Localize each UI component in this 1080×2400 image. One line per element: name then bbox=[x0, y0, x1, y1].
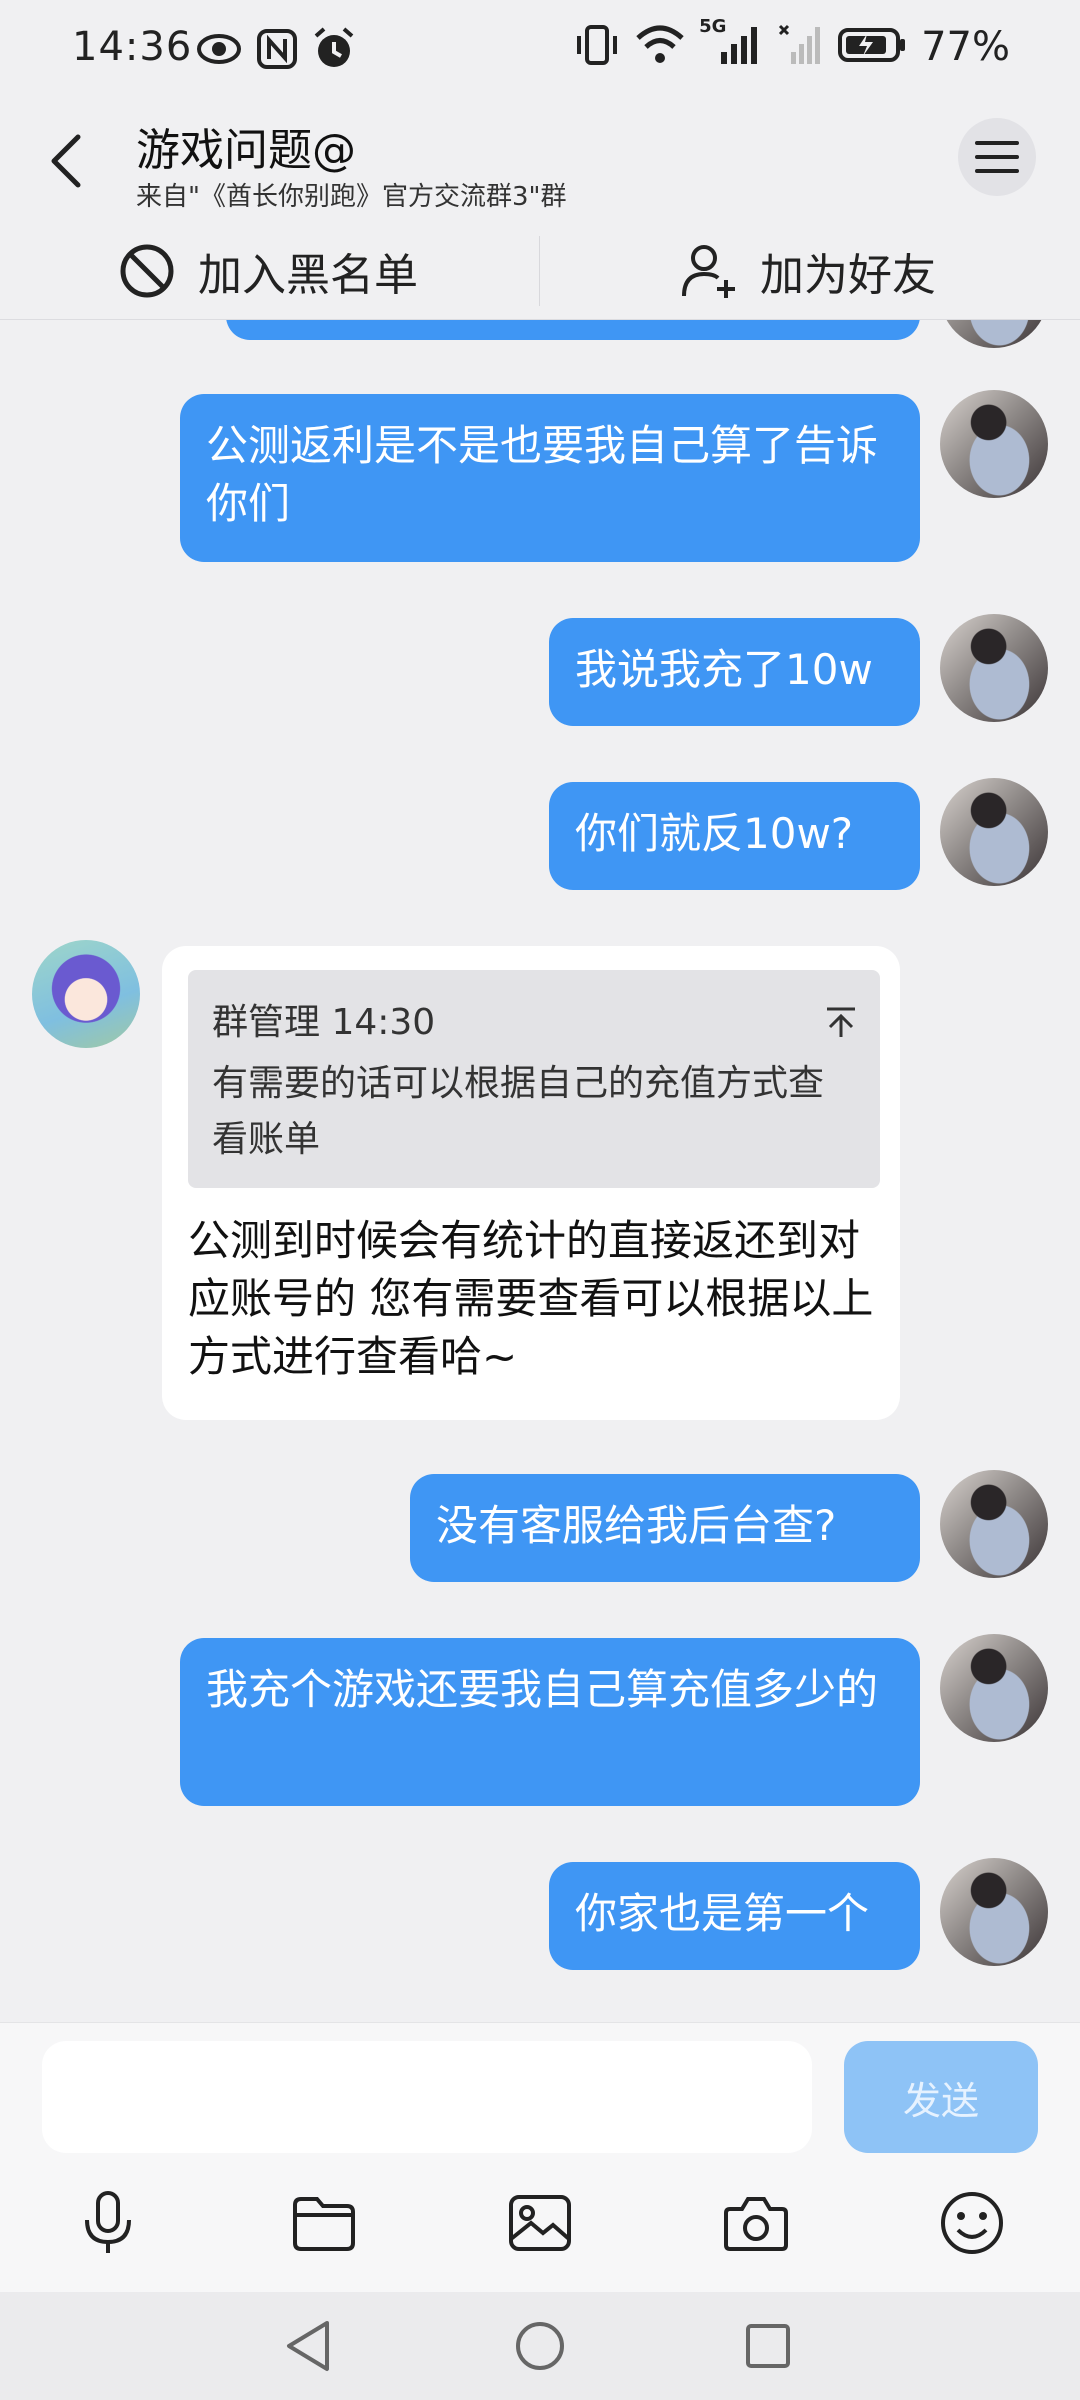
smiley-icon bbox=[941, 2192, 1003, 2254]
vibrate-icon bbox=[573, 22, 621, 72]
square-recents-icon bbox=[746, 2324, 790, 2368]
avatar[interactable] bbox=[940, 1470, 1048, 1578]
chat-message-list[interactable]: 公测返利是不是也要我自己算了告诉你们 我说我充了10w 你们就反10w? 群管理… bbox=[0, 320, 1080, 2020]
network-type: 5G bbox=[699, 16, 727, 37]
back-button[interactable] bbox=[36, 126, 96, 196]
add-friend-label: 加为好友 bbox=[760, 250, 936, 301]
quote-text: 有需要的话可以根据自己的充值方式查看账单 bbox=[212, 1063, 825, 1160]
menu-button[interactable] bbox=[958, 118, 1036, 196]
voice-button[interactable] bbox=[68, 2183, 148, 2263]
wifi-icon bbox=[635, 22, 685, 72]
triangle-back-icon bbox=[287, 2321, 329, 2371]
status-time: 14:36 bbox=[72, 24, 193, 70]
avatar[interactable] bbox=[940, 614, 1048, 722]
system-nav-bar bbox=[0, 2292, 1080, 2400]
message-bubble-partial[interactable] bbox=[226, 320, 920, 340]
image-icon bbox=[509, 2195, 571, 2251]
circle-home-icon bbox=[516, 2322, 564, 2370]
nav-home-button[interactable] bbox=[508, 2314, 572, 2378]
quoted-message[interactable]: 群管理 14:30 有需要的话可以根据自己的充值方式查看账单 bbox=[188, 970, 880, 1188]
avatar[interactable] bbox=[940, 390, 1048, 498]
status-bar: 14:36 5G 77% bbox=[0, 0, 1080, 100]
file-button[interactable] bbox=[284, 2183, 364, 2263]
nfc-icon bbox=[256, 26, 298, 76]
blacklist-button[interactable]: 加入黑名单 bbox=[118, 222, 418, 320]
jump-to-top-icon[interactable] bbox=[824, 996, 858, 1054]
emoji-button[interactable] bbox=[932, 2183, 1012, 2263]
action-divider bbox=[539, 236, 540, 306]
blacklist-label: 加入黑名单 bbox=[198, 250, 418, 301]
quote-sender: 群管理 14:30 bbox=[212, 1002, 436, 1043]
nav-back-button[interactable] bbox=[276, 2314, 340, 2378]
chat-header: 游戏问题@ 来自"《酋长你别跑》官方交流群3"群 bbox=[0, 100, 1080, 220]
avatar[interactable] bbox=[940, 1858, 1048, 1966]
image-button[interactable] bbox=[500, 2183, 580, 2263]
microphone-icon bbox=[85, 2191, 131, 2253]
send-button[interactable]: 发送 bbox=[844, 2041, 1038, 2153]
back-arrow-icon bbox=[51, 134, 81, 188]
message-bubble[interactable]: 你们就反10w? bbox=[549, 782, 920, 890]
input-area: 发送 bbox=[0, 2022, 1080, 2292]
alarm-icon bbox=[312, 26, 356, 76]
folder-icon bbox=[293, 2197, 355, 2251]
avatar[interactable] bbox=[940, 1634, 1048, 1742]
add-friend-button[interactable]: 加为好友 bbox=[680, 222, 936, 320]
reply-text: 公测到时候会有统计的直接返还到对应账号的 您有需要查看可以根据以上方式进行查看哈… bbox=[188, 1216, 874, 1381]
message-bubble[interactable]: 我说我充了10w bbox=[549, 618, 920, 726]
message-bubble-reply[interactable]: 群管理 14:30 有需要的话可以根据自己的充值方式查看账单 公测到时候会有统计… bbox=[162, 946, 900, 1420]
signal-icon-2 bbox=[777, 22, 823, 72]
message-input[interactable] bbox=[42, 2041, 812, 2153]
avatar[interactable] bbox=[940, 320, 1048, 348]
message-bubble[interactable]: 我充个游戏还要我自己算充值多少的 bbox=[180, 1638, 920, 1806]
block-icon bbox=[120, 244, 174, 298]
message-bubble[interactable]: 没有客服给我后台查? bbox=[410, 1474, 920, 1582]
message-bubble[interactable]: 你家也是第一个 bbox=[549, 1862, 920, 1970]
avatar[interactable] bbox=[32, 940, 140, 1048]
message-bubble[interactable]: 公测返利是不是也要我自己算了告诉你们 bbox=[180, 394, 920, 562]
action-bar: 加入黑名单 加为好友 bbox=[0, 222, 1080, 320]
signal-icon: 5G bbox=[699, 16, 763, 72]
add-user-icon bbox=[682, 245, 735, 298]
eye-icon bbox=[196, 26, 242, 76]
camera-button[interactable] bbox=[716, 2183, 796, 2263]
camera-icon bbox=[724, 2197, 788, 2251]
chat-title: 游戏问题@ bbox=[136, 125, 356, 176]
battery-percent: 77% bbox=[921, 24, 1010, 70]
battery-icon bbox=[837, 22, 907, 72]
hamburger-icon bbox=[975, 141, 1019, 173]
nav-recents-button[interactable] bbox=[736, 2314, 800, 2378]
avatar[interactable] bbox=[940, 778, 1048, 886]
chat-subtitle: 来自"《酋长你别跑》官方交流群3"群 bbox=[136, 182, 567, 212]
